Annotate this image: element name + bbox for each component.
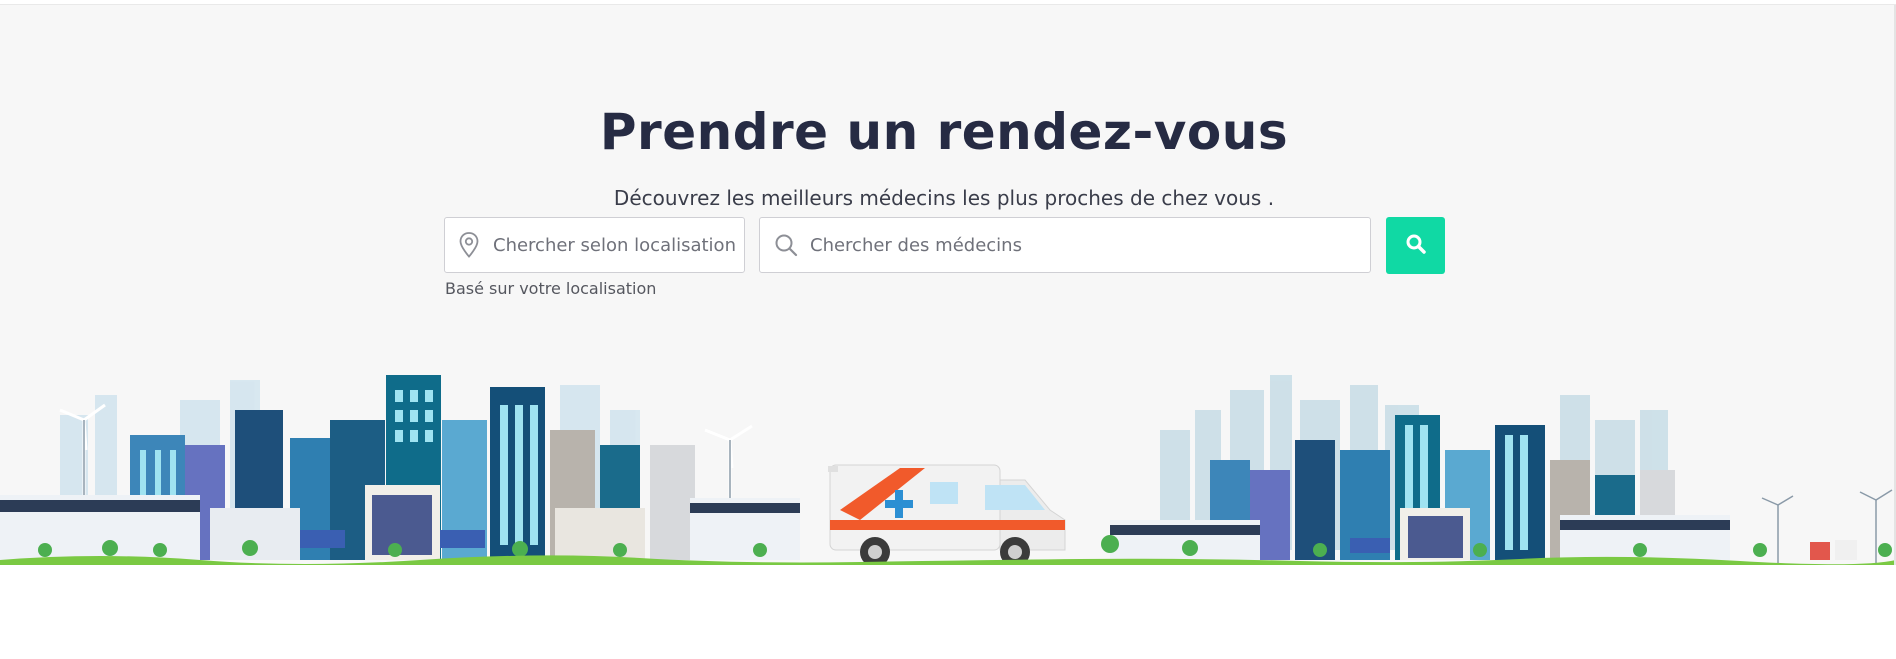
search-icon (1405, 233, 1427, 258)
page-title: Prendre un rendez-vous (599, 103, 1289, 161)
doctor-search-input[interactable] (808, 233, 1370, 257)
hero-section: Prendre un rendez-vous Découvrez les mei… (0, 5, 1896, 565)
city-illustration (0, 375, 1896, 565)
magnifier-icon (774, 232, 798, 258)
search-button[interactable] (1386, 217, 1445, 274)
location-search-field[interactable] (444, 217, 745, 273)
doctor-search-field[interactable] (759, 217, 1371, 273)
location-search-input[interactable] (491, 233, 744, 257)
location-hint: Basé sur votre localisation (445, 279, 657, 298)
page-subtitle: Découvrez les meilleurs médecins les plu… (613, 186, 1275, 210)
map-pin-icon (457, 232, 481, 258)
